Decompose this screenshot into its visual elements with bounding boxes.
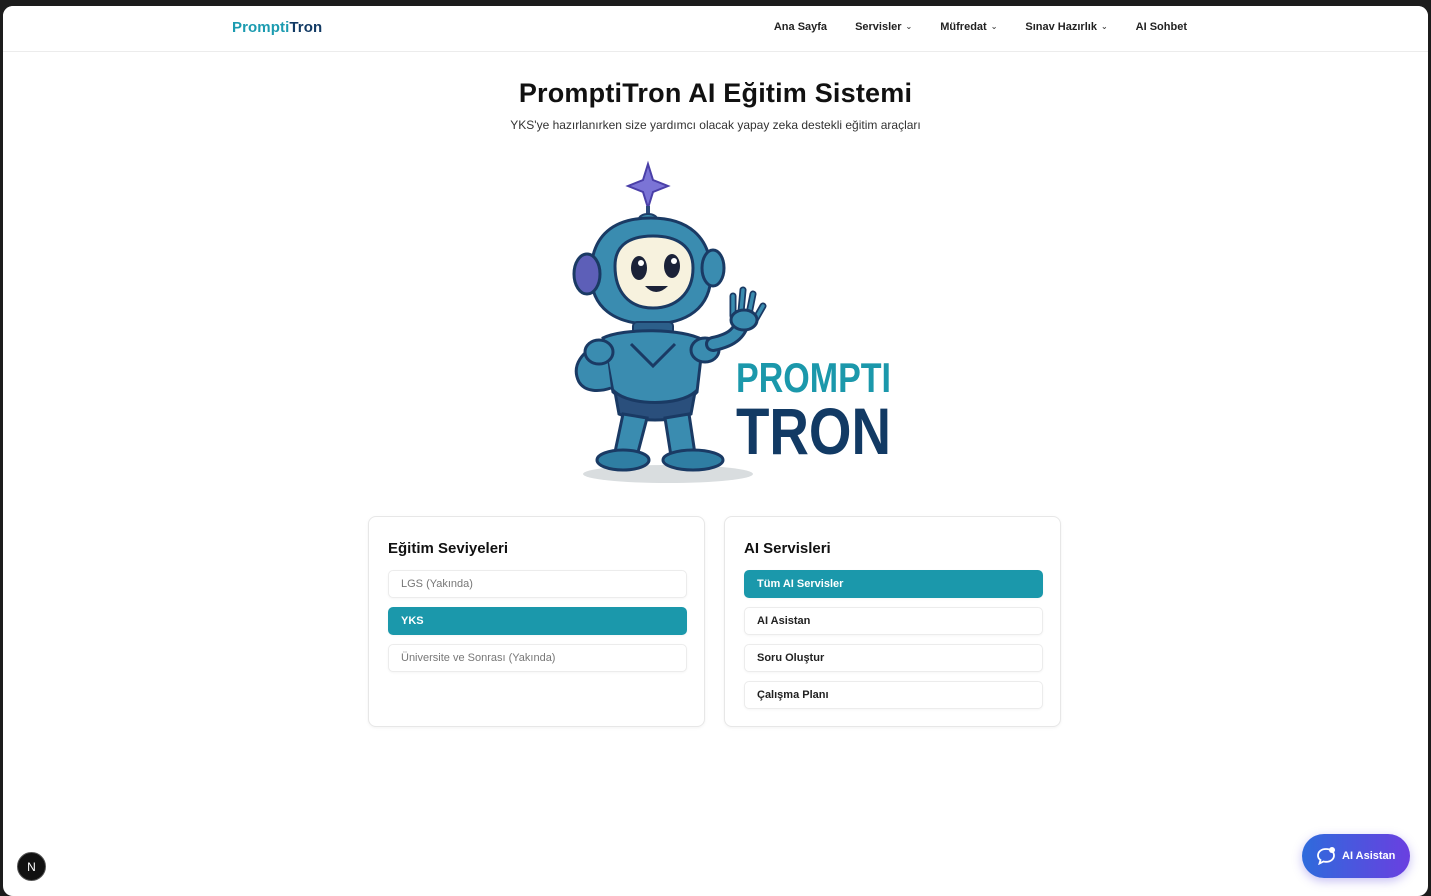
chat-bubble-icon [1317,847,1335,865]
level-option-lgs[interactable]: LGS (Yakında) [388,570,687,598]
nextjs-dev-badge[interactable]: N [17,852,46,881]
ai-services-card: AI Servisleri Tüm AI Servisler AI Asista… [724,516,1061,727]
main-nav: Ana Sayfa Servisler ⌄ Müfredat ⌄ Sınav H… [774,21,1187,33]
option-label: Tüm AI Servisler [757,578,844,590]
brand-name-part1: Prompti [232,19,290,36]
nav-sinav-hazirlik[interactable]: Sınav Hazırlık ⌄ [1025,21,1107,33]
education-levels-card: Eğitim Seviyeleri LGS (Yakında) YKS Üniv… [368,516,705,727]
nav-ana-sayfa[interactable]: Ana Sayfa [774,21,827,33]
ai-assistant-floating-button[interactable]: AI Asistan [1302,834,1410,878]
level-option-universite[interactable]: Üniversite ve Sonrası (Yakında) [388,644,687,672]
service-all-ai-services[interactable]: Tüm AI Servisler [744,570,1043,598]
nav-mufredat[interactable]: Müfredat ⌄ [940,21,997,33]
education-levels-title: Eğitim Seviyeleri [388,540,509,557]
service-soru-olustur[interactable]: Soru Oluştur [744,644,1043,672]
service-calisma-plani[interactable]: Çalışma Planı [744,681,1043,709]
promptitron-robot-mascot: PROMPTI TRON [572,160,891,483]
brand-name-part2: Tron [289,19,323,36]
nav-label: AI Sohbet [1135,21,1187,33]
nav-servisler[interactable]: Servisler ⌄ [855,21,912,33]
option-label: LGS (Yakında) [401,578,473,590]
page-subtitle: YKS'ye hazırlanırken size yardımcı olaca… [510,118,921,132]
nav-label: Ana Sayfa [773,21,828,33]
nav-label: Sınav Hazırlık [1025,21,1097,33]
service-ai-asistan[interactable]: AI Asistan [744,607,1043,635]
option-label: Üniversite ve Sonrası (Yakında) [401,652,556,664]
ai-assistant-label: AI Asistan [1342,850,1396,862]
page-title: PromptiTron AI Eğitim Sistemi [518,78,913,108]
nav-label: Müfredat [940,21,987,33]
nav-ai-sohbet[interactable]: AI Sohbet [1136,21,1187,33]
option-label: Çalışma Planı [757,689,829,701]
chevron-down-icon: ⌄ [1100,21,1108,31]
logo-text-line2: TRON [736,394,891,468]
chevron-down-icon: ⌄ [990,21,998,31]
option-label: YKS [401,615,424,627]
chevron-down-icon: ⌄ [905,21,913,31]
nav-label: Servisler [855,21,902,33]
option-label: Soru Oluştur [757,652,825,664]
option-label: AI Asistan [757,615,811,627]
level-option-yks[interactable]: YKS [388,607,687,635]
ai-services-title: AI Servisleri [744,540,831,557]
top-navbar: PromptiTron Ana Sayfa Servisler ⌄ Müfred… [3,6,1428,52]
brand-logo[interactable]: PromptiTron [232,19,322,36]
browser-viewport: PromptiTron Ana Sayfa Servisler ⌄ Müfred… [3,6,1428,896]
